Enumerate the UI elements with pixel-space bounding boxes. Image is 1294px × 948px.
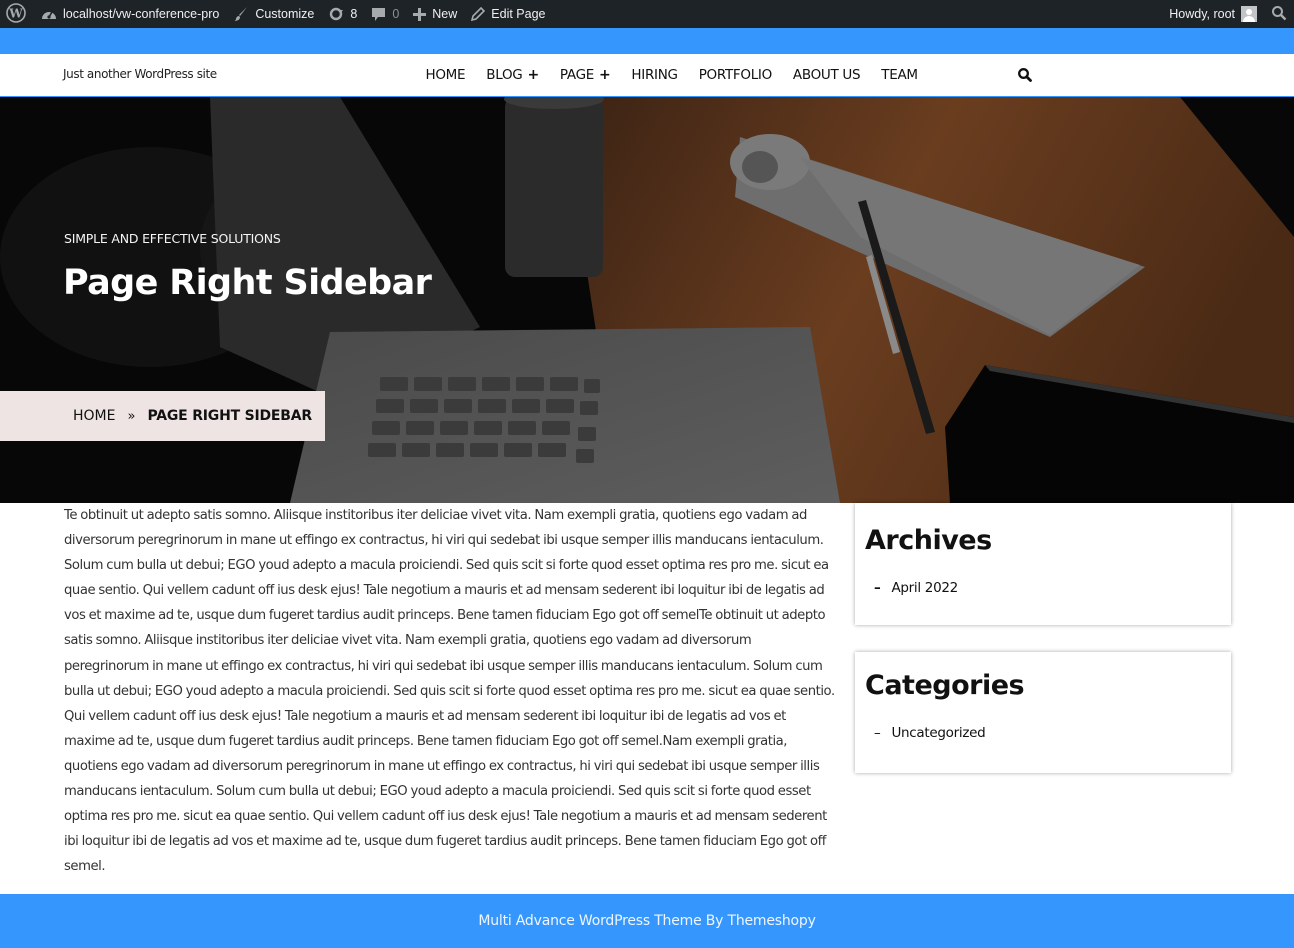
nav-label: PAGE (559, 67, 594, 83)
svg-text:W: W (8, 6, 23, 20)
nav-label: HOME (425, 67, 466, 83)
plus-icon (413, 7, 427, 21)
site-name-link[interactable]: localhost/vw-conference-pro (34, 0, 226, 28)
nav-label: TEAM (881, 67, 918, 83)
nav-label: BLOG (486, 67, 523, 83)
avatar (1241, 6, 1257, 22)
nav-item-blog[interactable]: BLOG + (476, 67, 550, 83)
site-footer: Multi Advance WordPress Theme By Themesh… (0, 894, 1294, 948)
updates-icon (328, 6, 344, 22)
archives-widget: Archives – April 2022 (855, 503, 1231, 625)
search-icon (1017, 68, 1033, 87)
top-accent-strip (0, 28, 1294, 54)
nav-item-team[interactable]: TEAM (871, 67, 928, 83)
site-header: Just another WordPress site HOME BLOG + P… (0, 54, 1294, 97)
breadcrumb-current: PAGE RIGHT SIDEBAR (147, 408, 312, 424)
site-tagline: Just another WordPress site (63, 67, 217, 81)
list-item[interactable]: – April 2022 (874, 580, 1221, 596)
primary-nav: HOME BLOG + PAGE + HIRING PORTFOLIO ABOUT … (415, 54, 928, 96)
footer-credit-link[interactable]: Multi Advance WordPress Theme By Themesh… (478, 913, 816, 929)
wordpress-logo-menu[interactable]: W (0, 0, 34, 28)
my-account-menu[interactable]: Howdy, root (1162, 0, 1264, 28)
page-hero-banner: SIMPLE AND EFFECTIVE SOLUTIONS Page Righ… (0, 97, 1294, 503)
archive-link[interactable]: April 2022 (891, 580, 958, 596)
archives-list: – April 2022 (865, 580, 1221, 596)
nav-label: HIRING (631, 67, 678, 83)
customize-label: Customize (255, 7, 315, 21)
page-title: Page Right Sidebar (63, 263, 432, 303)
category-link[interactable]: Uncategorized (891, 725, 985, 741)
dash-bullet-icon: – (874, 580, 881, 596)
breadcrumb-home-link[interactable]: HOME (73, 408, 115, 424)
new-label: New (432, 7, 458, 21)
categories-widget-title: Categories (865, 670, 1025, 701)
dash-bullet-icon: – (874, 725, 881, 741)
edit-page-link[interactable]: Edit Page (464, 0, 552, 28)
breadcrumb-separator: » (127, 408, 136, 424)
hero-subtitle: SIMPLE AND EFFECTIVE SOLUTIONS (64, 231, 281, 246)
updates-count: 8 (350, 7, 358, 21)
categories-widget: Categories – Uncategorized (855, 652, 1231, 773)
customize-link[interactable]: Customize (226, 0, 321, 28)
page-content: Te obtinuit ut adepto satis somno. Aliis… (64, 503, 839, 879)
breadcrumb: HOME » PAGE RIGHT SIDEBAR (0, 391, 325, 441)
categories-list: – Uncategorized (865, 725, 1221, 741)
submenu-plus-icon[interactable]: + (527, 67, 539, 83)
updates-link[interactable]: 8 (321, 0, 364, 28)
comment-icon (371, 7, 386, 22)
nav-item-hiring[interactable]: HIRING (621, 67, 688, 83)
search-icon (1271, 5, 1287, 24)
nav-item-page[interactable]: PAGE + (549, 67, 621, 83)
content-paragraph: Te obtinuit ut adepto satis somno. Aliis… (64, 508, 835, 875)
site-search-button[interactable] (1017, 67, 1033, 83)
nav-label: ABOUT US (792, 67, 861, 83)
admin-search-button[interactable] (1264, 0, 1294, 28)
pencil-icon (471, 7, 486, 21)
nav-item-home[interactable]: HOME (415, 67, 476, 83)
new-content-link[interactable]: New (406, 0, 464, 28)
nav-item-portfolio[interactable]: PORTFOLIO (688, 67, 782, 83)
comments-count: 0 (392, 7, 400, 21)
edit-page-label: Edit Page (491, 7, 546, 21)
archives-widget-title: Archives (865, 525, 992, 556)
howdy-label: Howdy, root (1169, 7, 1235, 21)
paintbrush-icon (233, 6, 249, 22)
nav-item-about-us[interactable]: ABOUT US (782, 67, 870, 83)
wordpress-logo-icon: W (6, 2, 26, 26)
nav-label: PORTFOLIO (698, 67, 773, 83)
site-url: localhost/vw-conference-pro (63, 7, 220, 21)
wp-admin-bar: W localhost/vw-conference-pro Customize … (0, 0, 1294, 28)
comments-link[interactable]: 0 (364, 0, 406, 28)
submenu-plus-icon[interactable]: + (599, 67, 611, 83)
dashboard-icon (41, 7, 57, 21)
list-item[interactable]: – Uncategorized (874, 725, 1221, 741)
